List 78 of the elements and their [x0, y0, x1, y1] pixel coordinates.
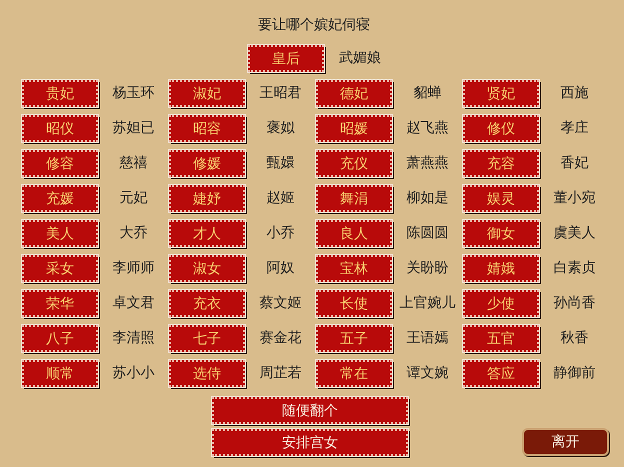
consort-name: 董小宛 — [552, 189, 596, 208]
rank-button[interactable]: 婧娥 — [463, 255, 539, 282]
consort-name: 王昭君 — [258, 84, 302, 103]
rank-button[interactable]: 美人 — [22, 220, 98, 247]
consort-name: 赵姬 — [266, 189, 296, 208]
consort-name: 大乔 — [118, 224, 148, 243]
rank-button[interactable]: 充容 — [463, 150, 539, 177]
consort-name: 孙尚香 — [552, 294, 596, 313]
rank-button[interactable]: 御女 — [463, 220, 539, 247]
rank-button[interactable]: 淑女 — [169, 255, 245, 282]
rank-button[interactable]: 婕妤 — [169, 185, 245, 212]
rank-button[interactable]: 顺常 — [22, 360, 98, 387]
consort-name: 白素贞 — [552, 259, 596, 278]
rank-button[interactable]: 荣华 — [22, 290, 98, 317]
consort-name: 苏妲已 — [112, 119, 156, 138]
consort-name: 杨玉环 — [112, 84, 156, 103]
rank-button[interactable]: 充仪 — [316, 150, 392, 177]
consort-name: 静御前 — [552, 364, 596, 383]
consort-name: 蔡文姬 — [258, 294, 302, 313]
rank-button[interactable]: 充媛 — [22, 185, 98, 212]
consort-name: 元妃 — [118, 189, 148, 208]
consort-name: 秋香 — [560, 329, 590, 348]
prompt-title: 要让哪个嫔妃伺寝 — [258, 16, 370, 34]
consort-name: 王语嫣 — [406, 329, 450, 348]
consort-name: 小乔 — [266, 224, 296, 243]
rank-button[interactable]: 德妃 — [316, 80, 392, 107]
rank-button[interactable]: 才人 — [169, 220, 245, 247]
action-button[interactable]: 随便翻个 — [212, 397, 408, 424]
consort-name: 虞美人 — [552, 224, 596, 243]
consort-name: 孝庄 — [560, 119, 590, 138]
rank-button[interactable]: 五子 — [316, 325, 392, 352]
consort-name: 武媚娘 — [338, 49, 382, 68]
rank-button[interactable]: 答应 — [463, 360, 539, 387]
rank-button[interactable]: 常在 — [316, 360, 392, 387]
rank-button[interactable]: 采女 — [22, 255, 98, 282]
consort-name: 赵飞燕 — [406, 119, 450, 138]
consort-name: 关盼盼 — [406, 259, 450, 278]
rank-button[interactable]: 选侍 — [169, 360, 245, 387]
consort-name: 香妃 — [560, 154, 590, 173]
consort-name: 苏小小 — [112, 364, 156, 383]
rank-button[interactable]: 长使 — [316, 290, 392, 317]
consort-name: 赛金花 — [258, 329, 302, 348]
rank-button[interactable]: 五官 — [463, 325, 539, 352]
consort-name: 褒姒 — [266, 119, 296, 138]
consort-name: 西施 — [560, 84, 590, 103]
rank-button[interactable]: 娱灵 — [463, 185, 539, 212]
rank-button[interactable]: 淑妃 — [169, 80, 245, 107]
consort-name: 甄嬛 — [266, 154, 296, 173]
rank-button[interactable]: 修仪 — [463, 115, 539, 142]
consort-name: 柳如是 — [406, 189, 450, 208]
rank-button[interactable]: 宝林 — [316, 255, 392, 282]
consort-name: 李清照 — [112, 329, 156, 348]
rank-button[interactable]: 修媛 — [169, 150, 245, 177]
consort-name: 谭文婉 — [406, 364, 450, 383]
exit-button[interactable]: 离开 — [522, 428, 609, 456]
consort-name: 卓文君 — [112, 294, 156, 313]
consort-name: 周芷若 — [258, 364, 302, 383]
action-button[interactable]: 安排宫女 — [212, 429, 408, 456]
consort-name: 李师师 — [112, 259, 156, 278]
rank-button[interactable]: 七子 — [169, 325, 245, 352]
consort-name: 慈禧 — [118, 154, 148, 173]
consort-name: 貂蝉 — [412, 84, 442, 103]
rank-button[interactable]: 充衣 — [169, 290, 245, 317]
rank-button[interactable]: 修容 — [22, 150, 98, 177]
rank-button[interactable]: 昭容 — [169, 115, 245, 142]
rank-button[interactable]: 昭仪 — [22, 115, 98, 142]
consort-name: 陈圆圆 — [406, 224, 450, 243]
rank-button[interactable]: 少使 — [463, 290, 539, 317]
rank-button[interactable]: 良人 — [316, 220, 392, 247]
consort-name: 上官婉儿 — [398, 294, 456, 313]
rank-button[interactable]: 八子 — [22, 325, 98, 352]
consort-name: 萧燕燕 — [406, 154, 450, 173]
consort-name: 阿奴 — [266, 259, 296, 278]
rank-button[interactable]: 昭媛 — [316, 115, 392, 142]
rank-button[interactable]: 皇后 — [248, 45, 324, 72]
rank-button[interactable]: 贤妃 — [463, 80, 539, 107]
rank-button[interactable]: 贵妃 — [22, 80, 98, 107]
rank-button[interactable]: 舞涓 — [316, 185, 392, 212]
